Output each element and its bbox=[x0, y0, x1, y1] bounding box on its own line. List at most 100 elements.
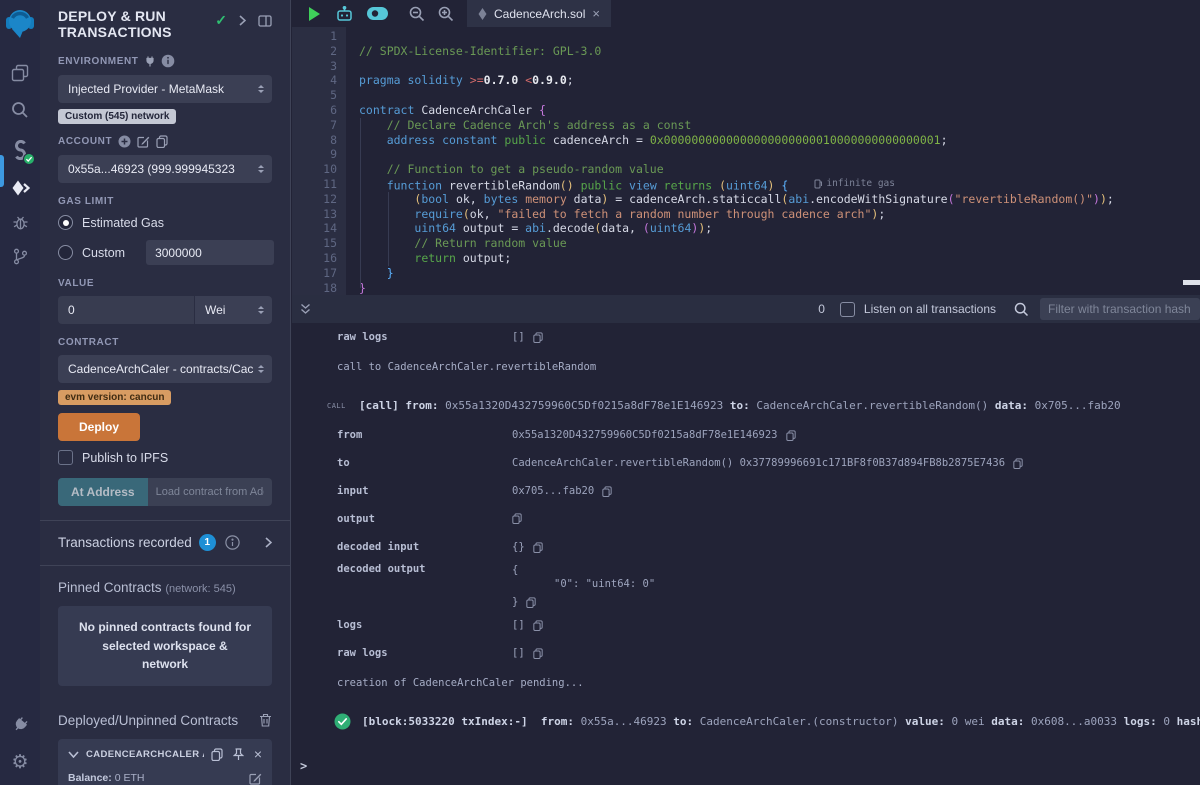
terminal-row-value: 0x705...fab20 bbox=[512, 485, 612, 497]
code-text: pragma solidity >=0.7.0 <0.9.0; bbox=[337, 73, 574, 88]
code-line[interactable]: 4pragma solidity >=0.7.0 <0.9.0; bbox=[292, 73, 1200, 88]
line-number: 18 bbox=[292, 281, 337, 296]
deploy-run-icon[interactable] bbox=[0, 171, 40, 205]
search-icon[interactable] bbox=[0, 93, 40, 127]
terminal-block-row: [block:5033220 txIndex:-] from: 0x55a...… bbox=[292, 713, 1200, 730]
editor-scrollbar-thumb[interactable] bbox=[1183, 280, 1200, 285]
code-line[interactable]: 6contract CadenceArchCaler { bbox=[292, 103, 1200, 118]
terminal-row-label: raw logs bbox=[337, 331, 512, 343]
code-text: } bbox=[337, 266, 394, 281]
play-icon[interactable] bbox=[309, 7, 320, 21]
info-icon[interactable] bbox=[161, 54, 175, 68]
chevron-right-icon[interactable] bbox=[239, 15, 246, 26]
remix-logo[interactable] bbox=[0, 0, 40, 46]
copy-icon[interactable] bbox=[211, 748, 223, 761]
custom-gas-radio[interactable] bbox=[58, 245, 73, 260]
edit-icon[interactable] bbox=[249, 772, 262, 785]
listen-all-checkbox[interactable] bbox=[840, 302, 855, 317]
at-address-input[interactable] bbox=[148, 478, 272, 506]
copy-icon[interactable] bbox=[526, 597, 536, 608]
chevron-down-icon[interactable] bbox=[68, 751, 79, 758]
custom-gas-input[interactable] bbox=[146, 240, 274, 265]
terminal-prompt[interactable]: > bbox=[300, 759, 307, 773]
at-address-button[interactable]: At Address bbox=[58, 478, 148, 506]
deploy-button[interactable]: Deploy bbox=[58, 413, 140, 441]
code-line[interactable]: 5 bbox=[292, 88, 1200, 103]
close-icon[interactable]: × bbox=[254, 749, 262, 759]
code-line[interactable]: 3 bbox=[292, 59, 1200, 74]
terminal-row-label: input bbox=[337, 485, 512, 497]
copy-icon[interactable] bbox=[533, 332, 543, 343]
code-line[interactable]: 1 bbox=[292, 29, 1200, 44]
account-select[interactable]: 0x55a...46923 (999.999945323 bbox=[58, 155, 272, 183]
toggle-icon[interactable] bbox=[366, 6, 389, 21]
plus-circle-icon[interactable] bbox=[118, 135, 131, 148]
zoom-out-icon[interactable] bbox=[409, 6, 425, 22]
search-icon[interactable] bbox=[1014, 302, 1029, 317]
info-icon[interactable] bbox=[225, 535, 240, 550]
code-line[interactable]: 15 // Return random value bbox=[292, 236, 1200, 251]
copy-icon[interactable] bbox=[602, 486, 612, 497]
copy-icon[interactable] bbox=[1013, 458, 1023, 469]
file-explorer-icon[interactable] bbox=[0, 56, 40, 90]
copy-icon[interactable] bbox=[533, 648, 543, 659]
code-line[interactable]: 18} bbox=[292, 281, 1200, 296]
chevron-right-icon[interactable] bbox=[265, 537, 272, 548]
terminal-row-value: [] bbox=[512, 619, 543, 631]
balance-text: Balance: 0 ETH bbox=[68, 772, 144, 784]
plugin-manager-icon[interactable] bbox=[0, 707, 40, 741]
copy-icon[interactable] bbox=[533, 542, 543, 553]
robot-icon[interactable] bbox=[336, 6, 353, 21]
collapse-chevrons-icon[interactable] bbox=[300, 303, 311, 315]
select-arrows-icon bbox=[258, 85, 264, 93]
code-text: (bool ok, bytes memory data) = cadenceAr… bbox=[337, 192, 1114, 207]
value-input[interactable] bbox=[58, 296, 194, 324]
copy-icon[interactable] bbox=[533, 620, 543, 631]
edit-icon[interactable] bbox=[137, 135, 150, 148]
trash-icon[interactable] bbox=[259, 713, 272, 727]
value-unit-select[interactable]: Wei bbox=[195, 296, 272, 324]
plug-icon[interactable] bbox=[145, 56, 155, 67]
debugger-icon[interactable] bbox=[0, 205, 40, 239]
line-number: 4 bbox=[292, 73, 337, 88]
code-line[interactable]: 16 return output; bbox=[292, 251, 1200, 266]
code-line[interactable]: 11 function revertibleRandom() public vi… bbox=[292, 177, 1200, 192]
json-body: "0": "uint64: 0" bbox=[512, 577, 655, 591]
terminal-filter-input[interactable] bbox=[1040, 298, 1200, 320]
custom-gas-label: Custom bbox=[82, 246, 125, 260]
tab-cadencearch[interactable]: CadenceArch.sol × bbox=[467, 0, 611, 27]
line-number: 12 bbox=[292, 192, 337, 207]
terminal-row-label: logs bbox=[337, 619, 512, 631]
code-line[interactable]: 8 address constant public cadenceArch = … bbox=[292, 133, 1200, 148]
select-arrows-icon bbox=[258, 165, 264, 173]
line-number: 9 bbox=[292, 147, 337, 162]
estimated-gas-radio[interactable] bbox=[58, 215, 73, 230]
code-line[interactable]: 2// SPDX-License-Identifier: GPL-3.0 bbox=[292, 44, 1200, 59]
solidity-compiler-icon[interactable] bbox=[0, 133, 40, 167]
publish-ipfs-checkbox[interactable] bbox=[58, 450, 73, 465]
close-icon[interactable]: × bbox=[592, 6, 600, 21]
settings-gear-icon[interactable]: ⚙ bbox=[0, 745, 40, 779]
code-line[interactable]: 7 // Declare Cadence Arch's address as a… bbox=[292, 118, 1200, 133]
code-text bbox=[337, 147, 359, 162]
code-line[interactable]: 13 require(ok, "failed to fetch a random… bbox=[292, 207, 1200, 222]
terminal-row-label: output bbox=[337, 513, 512, 525]
code-line[interactable]: 9 bbox=[292, 147, 1200, 162]
code-text: require(ok, "failed to fetch a random nu… bbox=[337, 207, 885, 222]
code-editor[interactable]: 12// SPDX-License-Identifier: GPL-3.034p… bbox=[292, 27, 1200, 295]
panel-pin-icon[interactable] bbox=[258, 15, 272, 27]
code-line[interactable]: 17 } bbox=[292, 266, 1200, 281]
copy-icon[interactable] bbox=[156, 135, 168, 148]
contract-select[interactable]: CadenceArchCaler - contracts/Cac bbox=[58, 355, 272, 383]
environment-select[interactable]: Injected Provider - MetaMask bbox=[58, 75, 272, 103]
terminal-row-label: from bbox=[337, 429, 512, 441]
code-line[interactable]: 12 (bool ok, bytes memory data) = cadenc… bbox=[292, 192, 1200, 207]
zoom-in-icon[interactable] bbox=[438, 6, 454, 22]
pin-icon[interactable] bbox=[233, 748, 244, 761]
git-icon[interactable] bbox=[0, 239, 40, 273]
copy-icon[interactable] bbox=[786, 430, 796, 441]
transactions-recorded-label: Transactions recorded bbox=[58, 535, 192, 550]
code-line[interactable]: 14 uint64 output = abi.decode(data, (uin… bbox=[292, 221, 1200, 236]
copy-icon[interactable] bbox=[512, 513, 522, 524]
code-line[interactable]: 10 // Function to get a pseudo-random va… bbox=[292, 162, 1200, 177]
